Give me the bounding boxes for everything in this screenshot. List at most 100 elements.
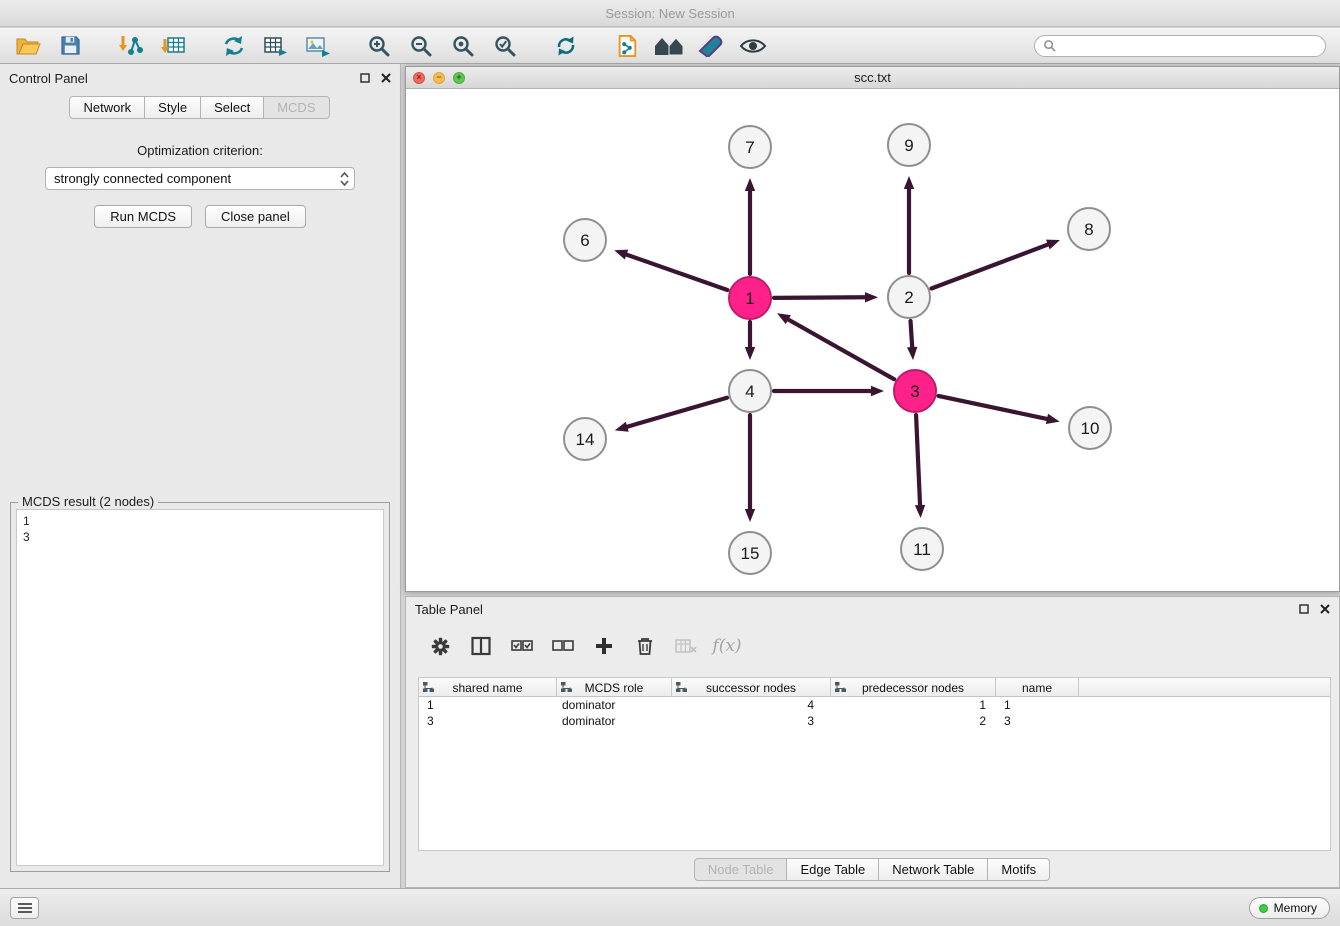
node-6[interactable]: 6 <box>564 219 606 261</box>
export-image-button[interactable] <box>300 31 336 61</box>
edge-1-2[interactable] <box>774 292 878 302</box>
memory-button[interactable]: Memory <box>1249 897 1330 919</box>
refresh-button[interactable] <box>548 31 584 61</box>
show-columns-button[interactable] <box>467 632 495 660</box>
tab-style[interactable]: Style <box>144 96 201 119</box>
window-titlebar: Session: New Session <box>0 0 1340 27</box>
import-network-button[interactable] <box>113 31 149 61</box>
edge-1-6[interactable] <box>614 250 727 290</box>
table-cell[interactable]: dominator <box>557 713 672 729</box>
optimization-criterion-select[interactable]: strongly connected component <box>45 167 355 190</box>
node-1[interactable]: 1 <box>729 277 771 319</box>
minimize-window-button[interactable]: − <box>433 72 445 84</box>
close-window-button[interactable]: × <box>413 72 425 84</box>
float-panel-icon[interactable] <box>1299 604 1309 614</box>
network-window: scc.txt × − + 7968124310141511 <box>405 66 1340 592</box>
table-cell[interactable]: 1 <box>419 697 557 713</box>
show-hide-button[interactable] <box>735 31 771 61</box>
export-table-button[interactable] <box>258 31 294 61</box>
node-2[interactable]: 2 <box>888 276 930 318</box>
zoom-out-button[interactable] <box>403 31 439 61</box>
tab-network-table[interactable]: Network Table <box>878 858 988 881</box>
node-9[interactable]: 9 <box>888 124 930 166</box>
tab-motifs[interactable]: Motifs <box>987 858 1050 881</box>
table-cell[interactable]: 3 <box>672 713 831 729</box>
edge-4-14[interactable] <box>615 398 727 432</box>
save-session-button[interactable] <box>52 31 88 61</box>
task-history-button[interactable] <box>10 897 39 919</box>
add-column-button[interactable] <box>590 632 618 660</box>
table-settings-button[interactable] <box>426 632 454 660</box>
table-cell[interactable]: 3 <box>419 713 557 729</box>
table-cell[interactable]: 1 <box>996 697 1079 713</box>
style-tag-button[interactable] <box>693 31 729 61</box>
tab-network[interactable]: Network <box>69 96 145 119</box>
edge-2-3[interactable] <box>907 321 917 360</box>
result-line: 3 <box>23 529 377 545</box>
search-box[interactable] <box>1034 35 1326 57</box>
edge-2-9[interactable] <box>904 176 914 273</box>
edge-1-7[interactable] <box>745 178 755 274</box>
edge-2-8[interactable] <box>931 240 1060 289</box>
close-panel-icon[interactable] <box>381 73 391 83</box>
node-14[interactable]: 14 <box>564 418 606 460</box>
edge-3-10[interactable] <box>938 396 1059 424</box>
deselect-all-button[interactable] <box>549 632 577 660</box>
edge-3-11[interactable] <box>915 415 925 518</box>
zoom-fit-button[interactable] <box>445 31 481 61</box>
table-cell[interactable]: 4 <box>672 697 831 713</box>
node-10[interactable]: 10 <box>1069 407 1111 449</box>
trash-icon <box>636 636 654 656</box>
table-cell[interactable]: 1 <box>831 697 996 713</box>
edge-4-15[interactable] <box>745 415 755 522</box>
delete-column-button[interactable] <box>631 632 659 660</box>
table-cell[interactable]: dominator <box>557 697 672 713</box>
tab-node-table[interactable]: Node Table <box>694 858 788 881</box>
zoom-selected-button[interactable] <box>487 31 523 61</box>
import-table-button[interactable] <box>155 31 191 61</box>
close-panel-button[interactable]: Close panel <box>205 205 306 228</box>
node-3[interactable]: 3 <box>894 370 936 412</box>
table-cell[interactable]: 3 <box>996 713 1079 729</box>
table-row[interactable]: 3dominator323 <box>419 713 1330 729</box>
column-header-shared-name[interactable]: shared name <box>419 678 557 697</box>
mcds-result-list[interactable]: 13 <box>16 509 384 866</box>
column-header-name[interactable]: name <box>996 678 1079 697</box>
node-table: shared name MCDS role successor nodes <box>418 677 1331 851</box>
network-from-selection-button[interactable] <box>609 31 645 61</box>
run-mcds-button[interactable]: Run MCDS <box>94 205 192 228</box>
tab-mcds[interactable]: MCDS <box>263 96 329 119</box>
export-table-icon <box>263 34 289 58</box>
table-cell[interactable]: 2 <box>831 713 996 729</box>
tab-edge-table[interactable]: Edge Table <box>786 858 879 881</box>
column-header-successor-nodes[interactable]: successor nodes <box>672 678 831 697</box>
columns-icon <box>471 636 491 656</box>
load-network-button[interactable] <box>216 31 252 61</box>
network-canvas[interactable]: 7 9 6 8 1 2 4 3 10 14 15 11 <box>406 89 1339 591</box>
network-arrows-icon <box>222 34 246 58</box>
zoom-in-button[interactable] <box>361 31 397 61</box>
table-row[interactable]: 1dominator411 <box>419 697 1330 713</box>
edge-3-1[interactable] <box>777 313 894 379</box>
node-15[interactable]: 15 <box>729 532 771 574</box>
column-sort-icon <box>835 682 846 693</box>
selected-option: strongly connected component <box>54 171 231 186</box>
search-input[interactable] <box>1061 39 1317 53</box>
open-session-button[interactable] <box>10 31 46 61</box>
search-icon <box>1043 39 1056 52</box>
tab-select[interactable]: Select <box>200 96 264 119</box>
float-panel-icon[interactable] <box>360 73 370 83</box>
maximize-window-button[interactable]: + <box>453 72 465 84</box>
column-header-mcds-role[interactable]: MCDS role <box>557 678 672 697</box>
edge-1-4[interactable] <box>745 322 755 360</box>
column-header-predecessor-nodes[interactable]: predecessor nodes <box>831 678 996 697</box>
select-all-button[interactable] <box>508 632 536 660</box>
home-button[interactable] <box>651 31 687 61</box>
close-panel-icon[interactable] <box>1320 604 1330 614</box>
node-4[interactable]: 4 <box>729 370 771 412</box>
folder-open-icon <box>15 34 41 58</box>
node-11[interactable]: 11 <box>901 528 943 570</box>
node-8[interactable]: 8 <box>1068 208 1110 250</box>
node-7[interactable]: 7 <box>729 126 771 168</box>
edge-4-3[interactable] <box>774 386 884 396</box>
